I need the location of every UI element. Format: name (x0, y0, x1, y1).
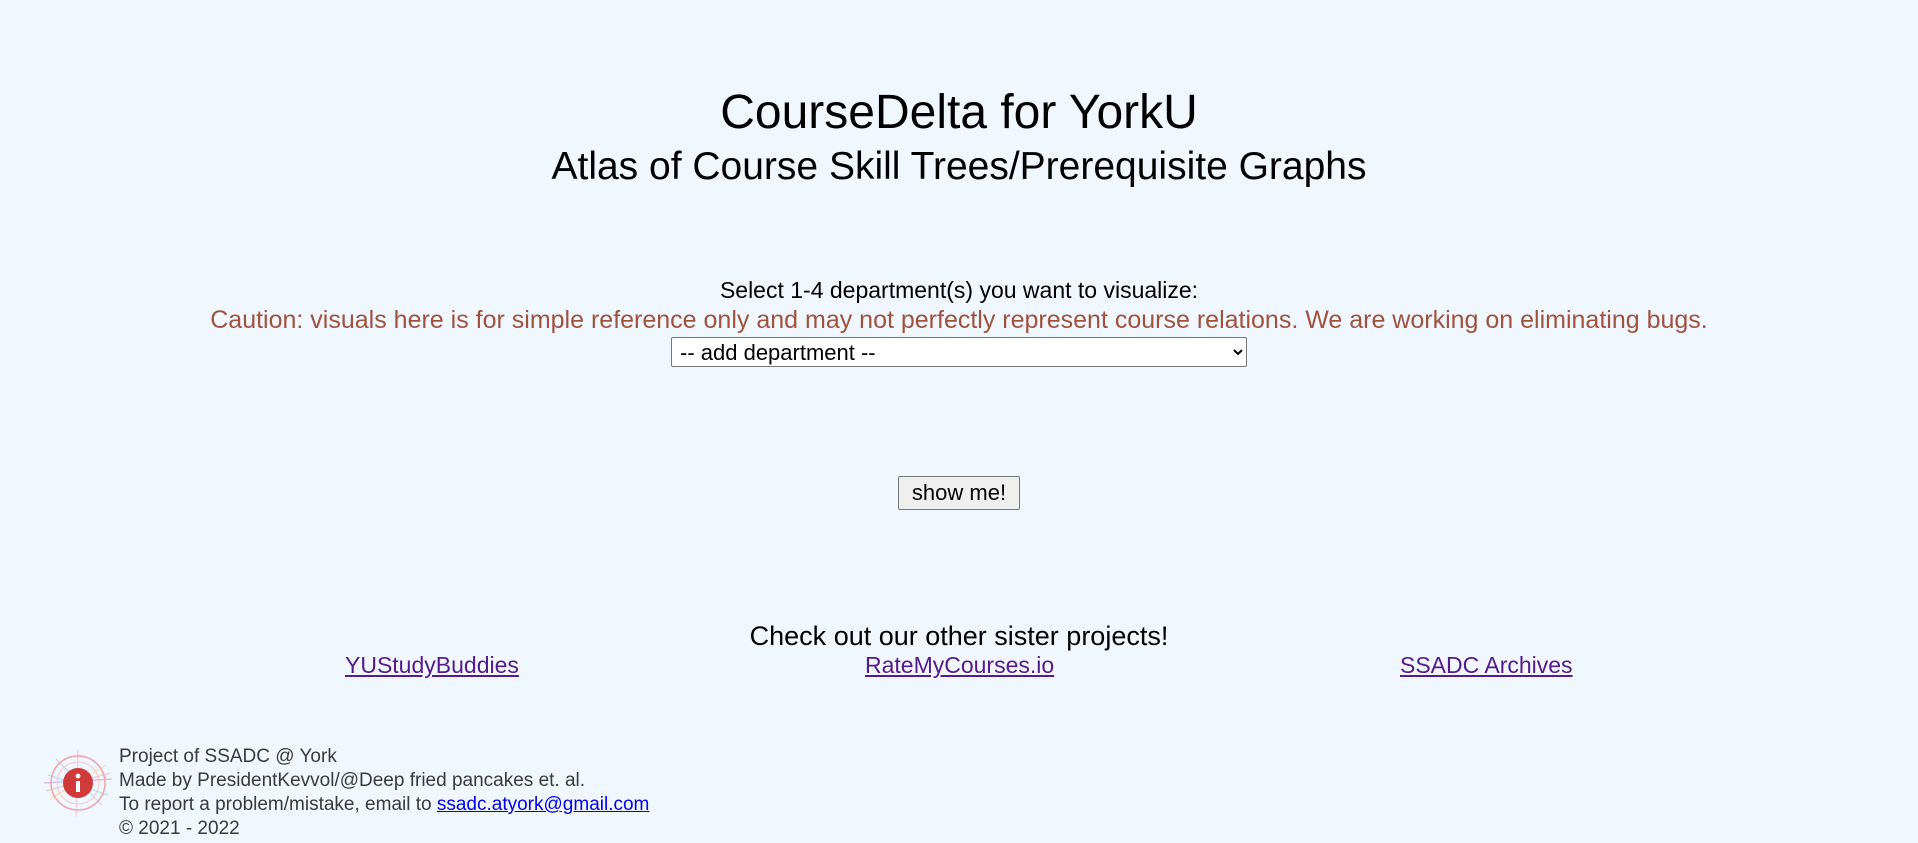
link-yustudybuddies[interactable]: YUStudyBuddies (345, 652, 519, 678)
info-icon (43, 748, 113, 818)
link-ratemycourses[interactable]: RateMyCourses.io (865, 652, 1054, 678)
page-subtitle: Atlas of Course Skill Trees/Prerequisite… (551, 145, 1367, 188)
page: CourseDelta for YorkU Atlas of Course Sk… (0, 0, 1918, 843)
caution-message: Caution: visuals here is for simple refe… (210, 306, 1708, 334)
department-select-label: Select 1-4 department(s) you want to vis… (719, 277, 1199, 303)
sister-projects-heading: Check out our other sister projects! (749, 621, 1169, 651)
footer: Project of SSADC @ York Made by Presiden… (119, 745, 649, 841)
show-me-button[interactable]: show me! (898, 476, 1020, 510)
footer-copyright: © 2021 - 2022 (119, 818, 240, 839)
footer-report-text: To report a problem/mistake, email to (119, 794, 437, 815)
department-select[interactable]: -- add department -- (671, 337, 1247, 367)
page-title: CourseDelta for YorkU (720, 86, 1198, 139)
footer-credits-line: Made by PresidentKevvol/@Deep fried panc… (119, 770, 586, 791)
link-ssadc-archives[interactable]: SSADC Archives (1400, 652, 1573, 678)
footer-email-link[interactable]: ssadc.atyork@gmail.com (437, 794, 650, 815)
footer-project-line: Project of SSADC @ York (119, 746, 337, 767)
footer-report-line: To report a problem/mistake, email to ss… (119, 793, 649, 817)
